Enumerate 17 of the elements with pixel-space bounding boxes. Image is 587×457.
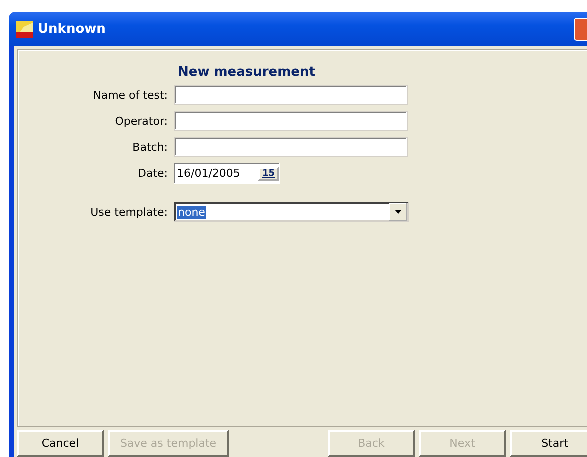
calendar-button[interactable]: 15: [258, 166, 279, 180]
input-field[interactable]: [174, 137, 408, 157]
field-label: Use template:: [90, 206, 168, 218]
field-label: Date:: [137, 167, 168, 180]
input-field[interactable]: [174, 85, 408, 105]
form-heading: New measurement: [178, 65, 316, 80]
cancel-button[interactable]: Cancel: [17, 430, 104, 457]
template-dropdown[interactable]: none: [174, 202, 409, 222]
dropdown-arrow-icon: [394, 210, 402, 214]
field-label: Batch:: [132, 140, 168, 154]
window-title: Unknown: [38, 22, 107, 36]
date-field[interactable]: 16/01/2005 15: [174, 163, 280, 184]
field-label: Name of test:: [92, 88, 168, 102]
start-button[interactable]: Start: [510, 430, 587, 457]
input-field[interactable]: [174, 111, 408, 131]
field-label: Operator:: [114, 114, 168, 128]
app-icon: [16, 20, 33, 38]
